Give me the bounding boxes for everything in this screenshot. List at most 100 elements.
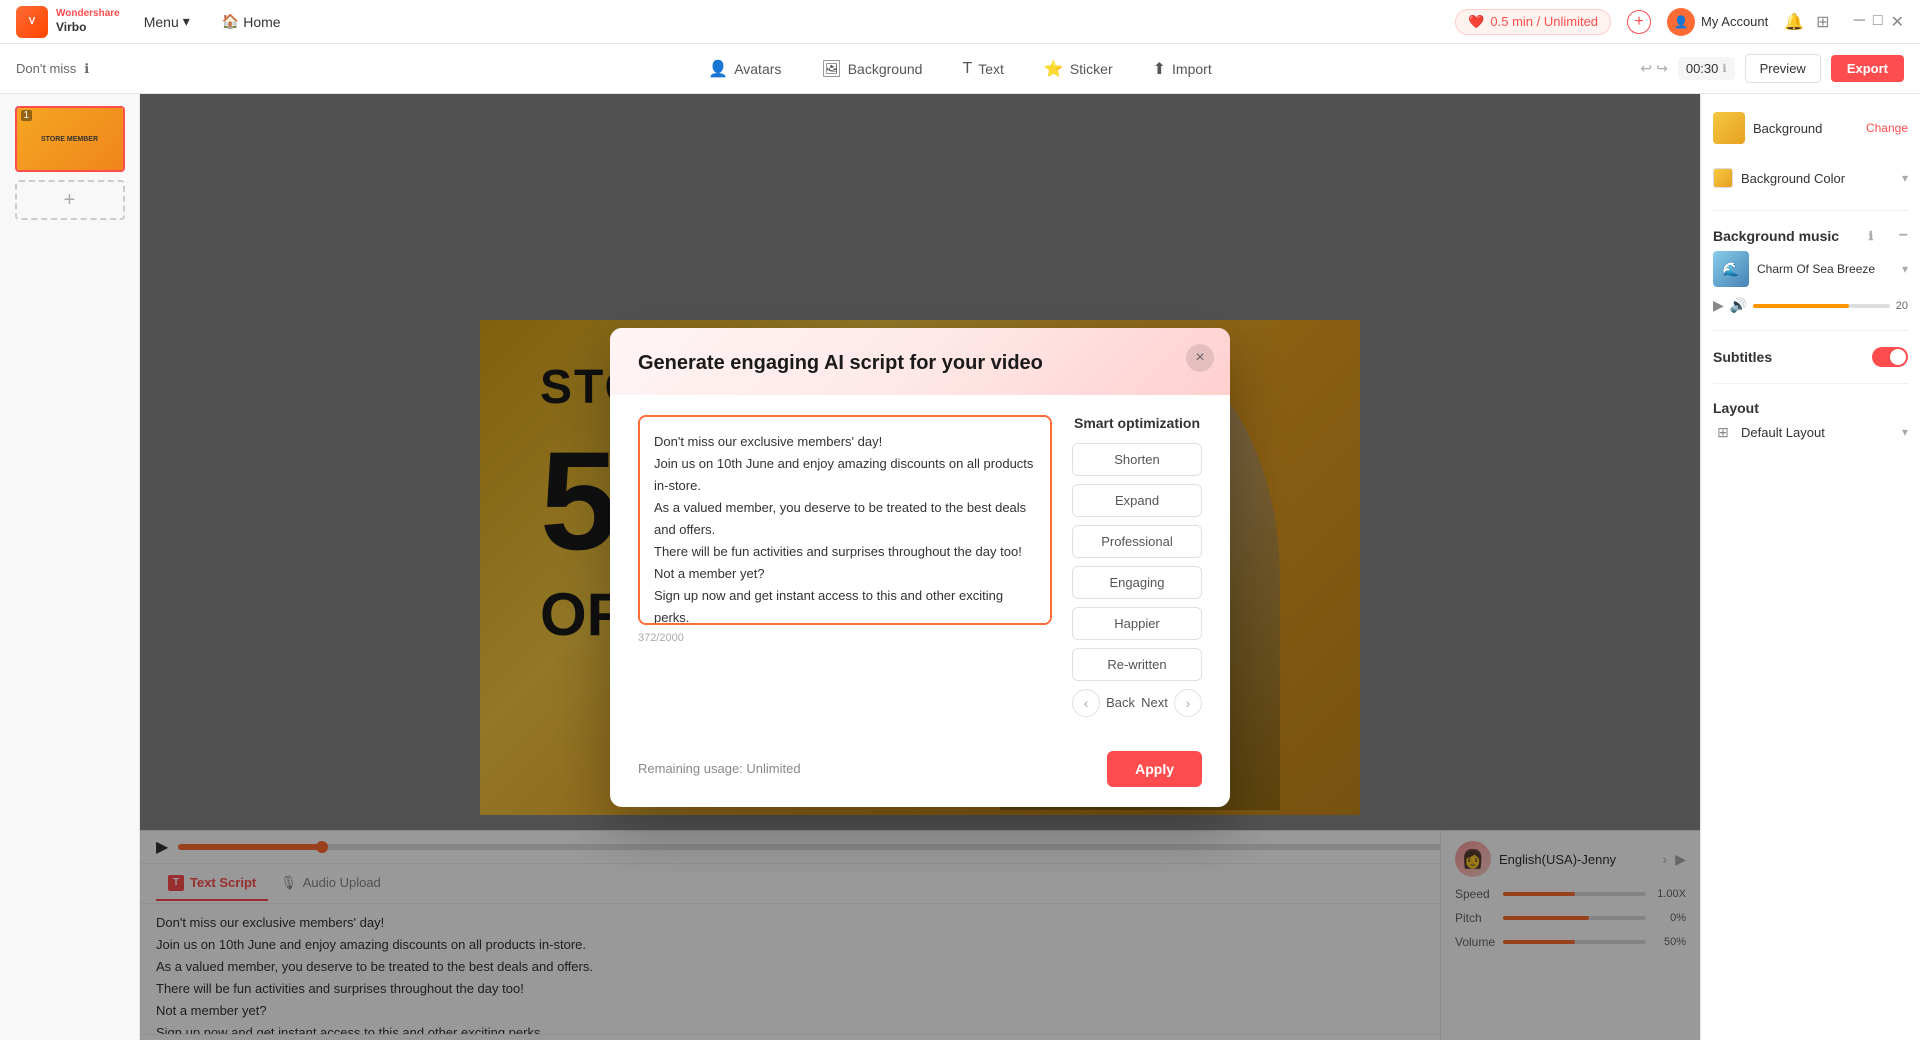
top-bar: V Wondershare Virbo Menu ▾ 🏠 Home ❤️ 0.5… (0, 0, 1920, 44)
modal-overlay: Generate engaging AI script for your vid… (140, 94, 1700, 1040)
import-button[interactable]: ⬆ Import (1133, 51, 1232, 87)
professional-button[interactable]: Professional (1072, 525, 1202, 558)
info-icon[interactable]: ℹ (1869, 229, 1874, 243)
modal-body: Don't miss our exclusive members' day! J… (610, 395, 1230, 737)
next-label[interactable]: Next (1141, 695, 1168, 710)
modal-close-button[interactable]: × (1186, 344, 1214, 372)
layout-section: Layout ⊞ Default Layout ▾ (1713, 400, 1908, 448)
subtitles-label: Subtitles (1713, 349, 1772, 365)
sticker-label: Sticker (1070, 61, 1113, 77)
app-name: Wondershare Virbo (56, 8, 120, 34)
slide-1-preview: STORE MEMBER (17, 108, 123, 170)
script-textarea[interactable]: Don't miss our exclusive members' day! J… (638, 415, 1052, 625)
avatars-label: Avatars (734, 61, 781, 77)
music-name: Charm Of Sea Breeze (1757, 262, 1894, 276)
music-section: Background music ℹ − 🌊 Charm Of Sea Bree… (1713, 227, 1908, 314)
music-item: 🌊 Charm Of Sea Breeze ▾ (1713, 245, 1908, 293)
redo-icon[interactable]: ↪ (1656, 60, 1668, 77)
credit-badge: ❤️ 0.5 min / Unlimited (1455, 9, 1611, 35)
right-panel: Background Change Background Color ▾ Bac… (1700, 94, 1920, 1040)
add-slide-button[interactable]: + (15, 180, 125, 220)
background-item[interactable]: Background Change (1713, 106, 1908, 150)
preview-button[interactable]: Preview (1745, 54, 1821, 83)
import-label: Import (1172, 61, 1212, 77)
back-label[interactable]: Back (1106, 695, 1135, 710)
grid-icon[interactable]: ⊞ (1816, 12, 1829, 32)
text-label: Text (978, 61, 1004, 77)
background-color-label: Background Color (1741, 171, 1894, 186)
export-button[interactable]: Export (1831, 55, 1904, 82)
apply-button[interactable]: Apply (1107, 751, 1202, 787)
music-play-icon[interactable]: ▶ (1713, 297, 1724, 314)
engaging-button[interactable]: Engaging (1072, 566, 1202, 599)
home-label: Home (243, 14, 280, 30)
dont-miss-label: Don't miss (16, 61, 76, 76)
menu-button[interactable]: Menu ▾ (136, 9, 198, 34)
slide-1[interactable]: STORE MEMBER 1 (15, 106, 125, 172)
background-music-label: Background music (1713, 228, 1839, 244)
layout-name: Default Layout (1741, 425, 1894, 440)
maximize-icon[interactable]: □ (1873, 12, 1883, 32)
credit-text: 0.5 min / Unlimited (1490, 14, 1598, 29)
background-button[interactable]: 🖼 Background (801, 51, 942, 87)
change-button[interactable]: Change (1866, 121, 1908, 135)
smart-optimization-title: Smart optimization (1072, 415, 1202, 431)
close-icon[interactable]: ✕ (1891, 12, 1904, 32)
window-controls: ─ □ ✕ (1854, 12, 1904, 32)
expand-button[interactable]: Expand (1072, 484, 1202, 517)
my-account-button[interactable]: 👤 My Account (1667, 8, 1768, 36)
time-info-icon: ℹ (1722, 62, 1726, 75)
subtitles-section: Subtitles (1713, 347, 1908, 367)
sticker-icon: ⭐ (1044, 59, 1064, 79)
subtitles-toggle[interactable] (1872, 347, 1908, 367)
background-item-label: Background (1753, 121, 1858, 136)
text-icon: T (962, 60, 972, 78)
import-icon: ⬆ (1153, 59, 1166, 79)
background-icon: 🖼 (821, 59, 841, 79)
sticker-button[interactable]: ⭐ Sticker (1024, 51, 1133, 87)
shorten-button[interactable]: Shorten (1072, 443, 1202, 476)
app-logo: V Wondershare Virbo (16, 6, 120, 38)
add-credit-button[interactable]: + (1627, 10, 1651, 34)
home-icon: 🏠 (222, 13, 239, 30)
layout-item[interactable]: ⊞ Default Layout ▾ (1713, 416, 1908, 448)
logo-icon: V (16, 6, 48, 38)
collapse-icon[interactable]: − (1899, 227, 1908, 245)
avatars-icon: 👤 (708, 59, 728, 79)
modal-header: Generate engaging AI script for your vid… (610, 328, 1230, 395)
volume-fill (1753, 304, 1849, 308)
undo-icon[interactable]: ↩ (1640, 60, 1652, 77)
time-display: 00:30 ℹ (1678, 57, 1735, 80)
chevron-down-icon: ▾ (1902, 171, 1908, 185)
settings-icon[interactable]: 🔔 (1784, 12, 1804, 32)
text-button[interactable]: T Text (942, 52, 1023, 86)
volume-slider[interactable] (1753, 304, 1890, 308)
rewritten-button[interactable]: Re-written (1072, 648, 1202, 681)
music-thumbnail: 🌊 (1713, 251, 1749, 287)
toolbar-left: Don't miss ℹ (16, 61, 89, 77)
music-dropdown-icon[interactable]: ▾ (1902, 262, 1908, 276)
dont-miss-icon: ℹ (84, 61, 89, 77)
remaining-usage: Remaining usage: Unlimited (638, 761, 801, 776)
char-count: 372/2000 (638, 632, 1052, 644)
toolbar-right: ↩ ↪ 00:30 ℹ Preview Export (1640, 54, 1904, 83)
time-value: 00:30 (1686, 61, 1719, 76)
volume-icon[interactable]: 🔊 (1730, 297, 1747, 314)
music-section-title: Background music ℹ − (1713, 227, 1908, 245)
layout-icon: ⊞ (1713, 422, 1733, 442)
background-color-row[interactable]: Background Color ▾ (1713, 162, 1908, 194)
divider-2 (1713, 330, 1908, 331)
avatars-button[interactable]: 👤 Avatars (688, 51, 801, 87)
music-controls: ▶ 🔊 20 (1713, 297, 1908, 314)
modal-title: Generate engaging AI script for your vid… (638, 352, 1202, 375)
avatar: 👤 (1667, 8, 1695, 36)
next-button[interactable]: › (1174, 689, 1202, 717)
background-thumbnail (1713, 112, 1745, 144)
back-button[interactable]: ‹ (1072, 689, 1100, 717)
toggle-circle (1890, 349, 1906, 365)
happier-button[interactable]: Happier (1072, 607, 1202, 640)
home-button[interactable]: 🏠 Home (214, 9, 289, 34)
textarea-wrap: Don't miss our exclusive members' day! J… (638, 415, 1052, 717)
minimize-icon[interactable]: ─ (1854, 12, 1865, 32)
undo-redo: ↩ ↪ (1640, 60, 1667, 77)
